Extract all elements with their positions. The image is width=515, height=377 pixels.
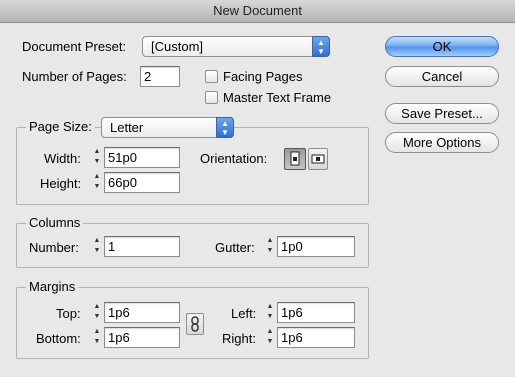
ok-button[interactable]: OK [385,36,499,57]
link-margins-button[interactable] [186,313,204,335]
save-preset-button[interactable]: Save Preset... [385,103,499,124]
master-text-frame-label: Master Text Frame [223,90,332,105]
bottom-margin-label: Bottom: [36,331,81,346]
number-of-pages-label: Number of Pages: [22,69,127,84]
height-stepper[interactable]: ▲ ▼ [91,172,103,193]
cancel-button[interactable]: Cancel [385,66,499,87]
facing-pages-label: Facing Pages [223,69,303,84]
page-size-value: Letter [110,120,144,135]
bottom-margin-input[interactable]: 1p6 [104,327,180,348]
page-size-select[interactable]: Letter ▲ ▼ [101,117,234,138]
right-margin-stepper[interactable]: ▲ ▼ [264,327,276,348]
window-title: New Document [0,0,515,23]
columns-label: Columns [26,216,84,230]
right-margin-input[interactable]: 1p6 [277,327,355,348]
height-label: Height: [40,176,82,191]
landscape-icon [311,154,325,164]
left-margin-input[interactable]: 1p6 [277,302,355,323]
margins-label: Margins [26,280,79,294]
document-preset-label: Document Preset: [22,39,127,54]
gutter-label: Gutter: [215,240,255,255]
portrait-orientation-button[interactable] [284,148,306,170]
number-of-pages-input[interactable]: 2 [140,66,180,87]
page-size-label: Page Size: [26,120,95,134]
width-input[interactable]: 51p0 [104,147,180,168]
gutter-stepper[interactable]: ▲ ▼ [264,236,276,257]
top-margin-stepper[interactable]: ▲ ▼ [91,302,103,323]
number-input[interactable]: 1 [104,236,180,257]
master-text-frame-checkbox[interactable] [205,91,218,104]
bottom-margin-stepper[interactable]: ▲ ▼ [91,327,103,348]
number-label: Number: [29,240,79,255]
facing-pages-checkbox[interactable] [205,70,218,83]
orientation-label: Orientation: [200,151,268,166]
number-stepper[interactable]: ▲ ▼ [91,236,103,257]
document-preset-select[interactable]: [Custom] ▲ ▼ [142,36,330,57]
portrait-icon [290,151,300,166]
left-margin-label: Left: [231,306,257,321]
width-label: Width: [44,151,81,166]
height-input[interactable]: 66p0 [104,172,180,193]
top-margin-input[interactable]: 1p6 [104,302,180,323]
chain-link-icon [191,316,199,332]
more-options-button[interactable]: More Options [385,132,499,153]
select-arrows-icon: ▲ ▼ [312,36,330,57]
new-document-dialog: New Document Document Preset: [Custom] ▲… [0,0,515,377]
width-stepper[interactable]: ▲ ▼ [91,147,103,168]
document-preset-value: [Custom] [151,39,204,54]
right-margin-label: Right: [222,331,256,346]
gutter-input[interactable]: 1p0 [277,236,355,257]
top-margin-label: Top: [56,306,81,321]
landscape-orientation-button[interactable] [308,148,328,170]
select-arrows-icon: ▲ ▼ [216,117,234,138]
left-margin-stepper[interactable]: ▲ ▼ [264,302,276,323]
